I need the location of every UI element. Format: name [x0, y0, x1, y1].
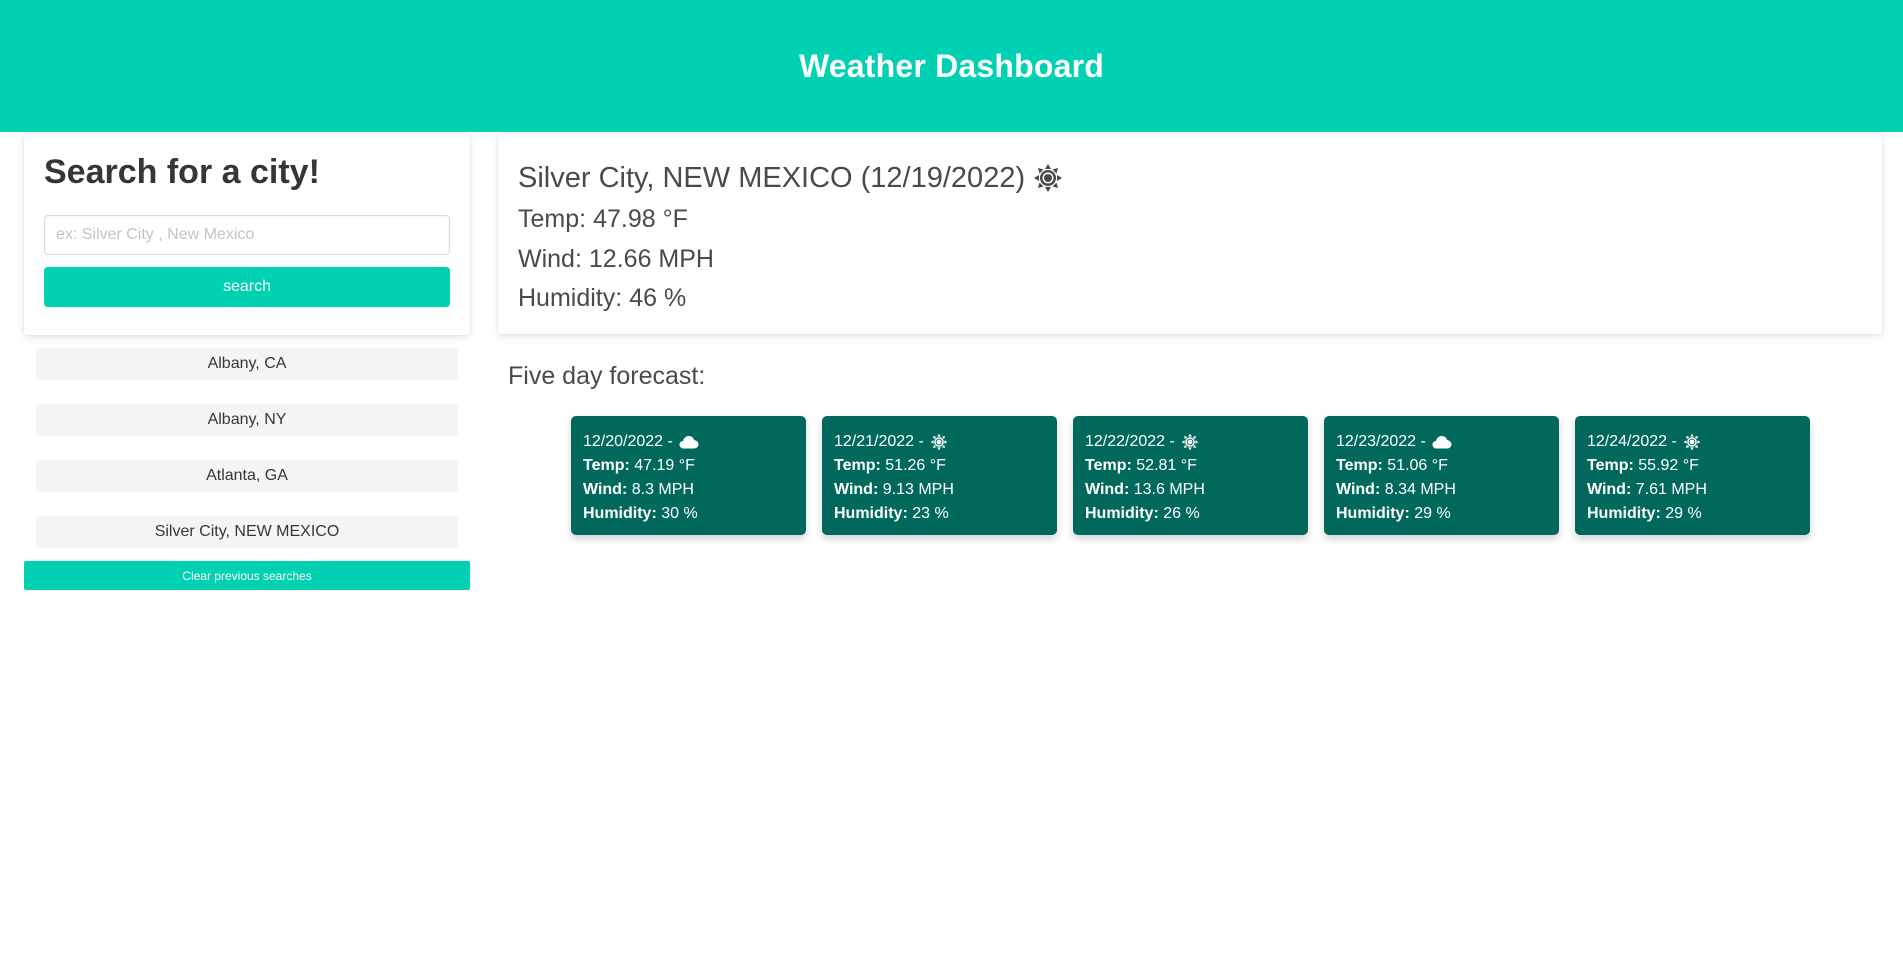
forecast-temp: 55.92 °F	[1638, 457, 1699, 474]
forecast-humidity: 30 %	[661, 505, 698, 522]
forecast-wind-label: Wind:	[1587, 481, 1632, 498]
forecast-heading: Five day forecast:	[508, 362, 706, 390]
forecast-wind: 7.61 MPH	[1635, 481, 1707, 498]
current-humidity-label: Humidity:	[518, 283, 623, 312]
forecast-wind: 13.6 MPH	[1133, 481, 1205, 498]
search-heading: Search for a city!	[44, 153, 320, 191]
current-wind-label: Wind:	[518, 244, 582, 273]
forecast-humidity-label: Humidity:	[1587, 505, 1661, 522]
forecast-temp: 52.81 °F	[1136, 457, 1197, 474]
forecast-temp-label: Temp:	[583, 457, 630, 474]
page-title: Weather Dashboard	[798, 47, 1105, 84]
sun-icon	[1033, 163, 1063, 193]
forecast-temp: 47.19 °F	[634, 457, 695, 474]
current-temp-label: Temp:	[518, 205, 587, 234]
forecast-temp-label: Temp:	[1336, 457, 1383, 474]
current-weather-title: Silver City, NEW MEXICO (12/19/2022)	[518, 160, 1862, 196]
forecast-humidity: 26 %	[1163, 505, 1200, 522]
forecast-wind: 8.34 MPH	[1384, 481, 1456, 498]
forecast-wind-label: Wind:	[1336, 481, 1381, 498]
forecast-card: 12/20/2022 - Temp: 47.19 °F Wind: 8.3 MP…	[571, 416, 806, 535]
forecast-card: 12/21/2022 - Temp: 51.26 °F Wind: 9.13 M…	[822, 416, 1057, 535]
forecast-temp: 51.26 °F	[885, 457, 946, 474]
cloud-icon	[679, 435, 699, 449]
city-search-input[interactable]	[44, 214, 450, 255]
forecast-date: 12/24/2022 -	[1587, 433, 1677, 450]
current-temp-value: 47.98 °F	[593, 205, 688, 234]
forecast-temp: 51.06 °F	[1387, 457, 1448, 474]
forecast-date: 12/20/2022 -	[583, 433, 673, 450]
search-button[interactable]: search	[44, 266, 450, 307]
forecast-card: 12/24/2022 - Temp: 55.92 °F Wind: 7.61 M…	[1575, 416, 1810, 535]
forecast-date: 12/21/2022 -	[834, 433, 924, 450]
forecast-card: 12/23/2022 - Temp: 51.06 °F Wind: 8.34 M…	[1324, 416, 1559, 535]
forecast-temp-label: Temp:	[1587, 457, 1634, 474]
page-header: Weather Dashboard	[0, 0, 1903, 132]
forecast-humidity: 29 %	[1414, 505, 1451, 522]
history-item[interactable]: Albany, NY	[36, 404, 458, 436]
forecast-wind-label: Wind:	[1085, 481, 1130, 498]
forecast-card: 12/22/2022 - Temp: 52.81 °F Wind: 13.6 M…	[1073, 416, 1308, 535]
sun-icon	[1683, 433, 1701, 451]
current-wind-value: 12.66 MPH	[588, 244, 714, 273]
sun-icon	[1181, 433, 1199, 451]
forecast-date: 12/22/2022 -	[1085, 433, 1175, 450]
current-humidity-value: 46 %	[629, 283, 687, 312]
clear-history-button[interactable]: Clear previous searches	[24, 561, 470, 590]
search-panel: Search for a city! search	[24, 134, 470, 335]
history-item[interactable]: Silver City, NEW MEXICO	[36, 516, 458, 548]
forecast-humidity: 29 %	[1665, 505, 1702, 522]
forecast-humidity-label: Humidity:	[1085, 505, 1159, 522]
current-wind: Wind: 12.66 MPH	[518, 244, 1862, 275]
forecast-wind-label: Wind:	[583, 481, 628, 498]
forecast-wind-label: Wind:	[834, 481, 879, 498]
cloud-icon	[1432, 435, 1452, 449]
forecast-row: 12/20/2022 - Temp: 47.19 °F Wind: 8.3 MP…	[571, 416, 1810, 535]
forecast-wind: 9.13 MPH	[882, 481, 954, 498]
history-item[interactable]: Atlanta, GA	[36, 460, 458, 492]
current-temp: Temp: 47.98 °F	[518, 204, 1862, 235]
forecast-humidity-label: Humidity:	[834, 505, 908, 522]
forecast-humidity-label: Humidity:	[583, 505, 657, 522]
forecast-humidity: 23 %	[912, 505, 949, 522]
sun-icon	[930, 433, 948, 451]
forecast-date: 12/23/2022 -	[1336, 433, 1426, 450]
forecast-temp-label: Temp:	[1085, 457, 1132, 474]
search-history-list: Albany, CA Albany, NY Atlanta, GA Silver…	[36, 348, 458, 572]
forecast-humidity-label: Humidity:	[1336, 505, 1410, 522]
current-humidity: Humidity: 46 %	[518, 283, 1862, 314]
current-weather-card: Silver City, NEW MEXICO (12/19/2022) Tem…	[498, 134, 1882, 334]
forecast-wind: 8.3 MPH	[631, 481, 694, 498]
history-item[interactable]: Albany, CA	[36, 348, 458, 380]
current-city-date: Silver City, NEW MEXICO (12/19/2022)	[518, 162, 1026, 194]
forecast-temp-label: Temp:	[834, 457, 881, 474]
